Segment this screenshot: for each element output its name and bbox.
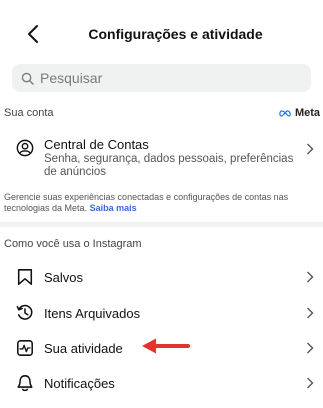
central-de-contas-title: Central de Contas [44, 137, 149, 152]
search-icon [21, 72, 34, 85]
chevron-right-icon [307, 342, 314, 354]
menu-item-itens-arquivados[interactable]: Itens Arquivados [8, 296, 318, 330]
menu-item-notificacoes[interactable]: Notificações [8, 366, 318, 400]
meta-infinity-icon [279, 109, 291, 117]
section-label: Sua conta [4, 107, 54, 119]
central-de-contas-subtitle: Senha, segurança, dados pessoais, prefer… [44, 153, 294, 178]
chevron-right-icon [307, 377, 314, 389]
header: Configurações e atividade [0, 0, 323, 64]
activity-icon [17, 340, 33, 356]
menu-item-label: Salvos [44, 269, 84, 285]
meta-logo: Meta [278, 107, 320, 119]
usage-section-label: Como você usa o Instagram [4, 238, 142, 250]
menu-item-label: Itens Arquivados [44, 305, 141, 321]
annotation-arrow-icon [142, 338, 190, 354]
menu-item-label: Notificações [44, 375, 115, 391]
account-center-icon [16, 139, 34, 157]
chevron-right-icon [307, 271, 314, 283]
bookmark-icon [17, 269, 33, 285]
page-title: Configurações e atividade [88, 26, 263, 42]
saiba-mais-link[interactable]: Saiba mais [90, 203, 137, 213]
chevron-right-icon [307, 307, 314, 319]
menu-item-salvos[interactable]: Salvos [8, 260, 318, 294]
central-de-contas-item[interactable]: Central de Contas Senha, segurança, dado… [8, 137, 318, 181]
meta-logo-text: Meta [294, 107, 320, 119]
chevron-right-icon [307, 143, 314, 155]
bell-icon [17, 375, 33, 392]
meta-accounts-note: Gerencie suas experiências conectadas e … [4, 192, 320, 214]
archive-icon [16, 304, 33, 320]
search-bar[interactable] [12, 64, 311, 92]
note-text: Gerencie suas experiências conectadas e … [4, 192, 289, 213]
search-input[interactable] [40, 70, 290, 86]
section-divider [0, 222, 323, 227]
account-section-header: Sua conta Meta [4, 107, 320, 119]
menu-item-label: Sua atividade [44, 340, 123, 356]
